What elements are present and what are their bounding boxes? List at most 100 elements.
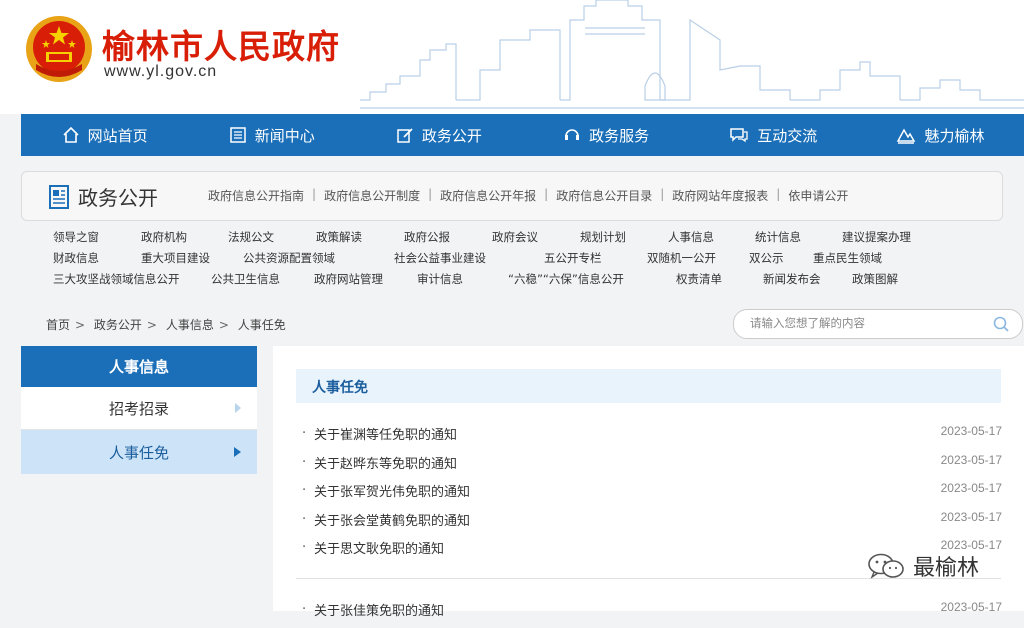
news-date: 2023-05-17 — [940, 600, 1002, 614]
breadcrumb: 首页 > 政务公开 > 人事信息 > 人事任免 — [46, 318, 286, 332]
category-link[interactable]: 政府机构 — [141, 229, 187, 245]
info-link[interactable]: 政府信息公开指南 — [208, 187, 304, 204]
category-link[interactable]: 重点民生领域 — [813, 250, 882, 266]
category-link[interactable]: 财政信息 — [53, 250, 99, 266]
nav-item-label: 新闻中心 — [254, 126, 315, 145]
news-date: 2023-05-17 — [940, 424, 1002, 438]
news-title-link[interactable]: 关于张会堂黄鹤免职的通知 — [314, 510, 470, 529]
nav-item-charm-yulin[interactable]: 魅力榆林 — [857, 114, 1024, 156]
news-title-link[interactable]: 关于张军贺光伟免职的通知 — [314, 481, 470, 500]
category-link[interactable]: “六稳”“六保”信息公开 — [508, 271, 624, 287]
category-link[interactable]: 统计信息 — [755, 229, 801, 245]
info-links: 政府信息公开指南 | 政府信息公开制度 | 政府信息公开年报 | 政府信息公开目录 | … — [208, 187, 849, 204]
bullet-icon: · — [302, 540, 307, 555]
nav-item-label: 魅力榆林 — [924, 126, 985, 145]
content-header: 人事任免 — [296, 369, 1001, 403]
site-title[interactable]: 榆林市人民政府 — [102, 20, 340, 68]
arrow-right-icon — [234, 447, 241, 457]
nav-item-home[interactable]: 网站首页 — [21, 114, 188, 156]
breadcrumb-item[interactable]: 首页 — [46, 318, 70, 332]
content-title: 人事任免 — [312, 380, 368, 396]
category-link[interactable]: 双随机一公开 — [647, 250, 716, 266]
category-link[interactable]: 新闻发布会 — [763, 271, 821, 287]
arrow-right-icon — [235, 403, 241, 413]
bullet-icon: · — [302, 454, 307, 470]
category-link[interactable]: 政策解读 — [316, 229, 362, 245]
news-date: 2023-05-17 — [940, 481, 1002, 495]
breadcrumb-item[interactable]: 人事信息 — [166, 318, 214, 332]
main-nav: 网站首页 新闻中心 政务公开 政务服务 互动交流 魅力榆林 — [21, 114, 1024, 156]
service-icon — [565, 129, 580, 140]
category-link[interactable]: 政府公报 — [404, 229, 450, 245]
news-title-link[interactable]: 关于思文耿免职的通知 — [314, 538, 444, 557]
list-item: · 关于张军贺光伟免职的通知 2023-05-17 — [300, 480, 1002, 509]
search-box — [733, 309, 1023, 339]
chat-icon — [730, 128, 748, 143]
search-icon[interactable] — [992, 315, 1010, 333]
info-link[interactable]: 政府信息公开制度 — [324, 187, 420, 204]
nav-item-interaction[interactable]: 互动交流 — [690, 114, 857, 156]
wechat-icon — [868, 553, 904, 579]
section-title-text: 政务公开 — [78, 186, 158, 210]
category-link[interactable]: 政策图解 — [852, 271, 898, 287]
category-link[interactable]: 领导之窗 — [53, 229, 99, 245]
category-link[interactable]: 政府网站管理 — [314, 271, 383, 287]
list-item: · 关于崔渊等任免职的通知 2023-05-17 — [300, 423, 1002, 452]
breadcrumb-item[interactable]: 政务公开 — [94, 318, 142, 332]
edit-icon — [397, 128, 413, 143]
category-link[interactable]: 建议提案办理 — [842, 229, 911, 245]
nav-item-gov-open[interactable]: 政务公开 — [355, 114, 522, 156]
category-link[interactable]: 公共卫生信息 — [211, 271, 280, 287]
document-icon — [49, 184, 69, 209]
category-link[interactable]: 社会公益事业建设 — [394, 250, 486, 266]
wechat-watermark: 最榆林 — [867, 550, 979, 582]
home-icon — [63, 126, 79, 143]
category-link[interactable]: 规划计划 — [580, 229, 626, 245]
category-link[interactable]: 法规公文 — [228, 229, 274, 245]
sidebar: 人事信息 招考招录 人事任免 — [21, 346, 257, 474]
list-item: · 关于张佳策免职的通知 2023-05-17 — [300, 599, 1002, 628]
info-link[interactable]: 政府信息公开年报 — [440, 187, 536, 204]
site-header: 榆林市人民政府 www.yl.gov.cn — [0, 0, 1024, 114]
category-link[interactable]: 五公开专栏 — [544, 250, 602, 266]
sidebar-title: 人事信息 — [21, 346, 257, 387]
sidebar-item-recruitment[interactable]: 招考招录 — [21, 387, 257, 430]
category-link[interactable]: 三大攻坚战领域信息公开 — [53, 271, 180, 287]
news-title-link[interactable]: 关于赵晔东等免职的通知 — [314, 453, 457, 472]
nav-item-news[interactable]: 新闻中心 — [188, 114, 355, 156]
info-link[interactable]: 政府信息公开目录 — [556, 187, 652, 204]
category-link[interactable]: 权责清单 — [676, 271, 722, 287]
nav-item-gov-service[interactable]: 政务服务 — [523, 114, 690, 156]
site-domain: www.yl.gov.cn — [104, 63, 218, 80]
category-link[interactable]: 审计信息 — [417, 271, 463, 287]
news-title-link[interactable]: 关于张佳策免职的通知 — [314, 600, 444, 619]
nav-item-label: 政务公开 — [421, 126, 482, 145]
category-link[interactable]: 重大项目建设 — [141, 250, 210, 266]
nav-item-label: 网站首页 — [87, 126, 148, 145]
sidebar-item-appointments[interactable]: 人事任免 — [21, 430, 257, 474]
bullet-icon: · — [302, 511, 307, 527]
list-item: · 关于赵晔东等免职的通知 2023-05-17 — [300, 452, 1002, 481]
info-link[interactable]: 依申请公开 — [788, 187, 848, 204]
bullet-icon: · — [302, 483, 307, 498]
breadcrumb-item[interactable]: 人事任免 — [238, 318, 286, 332]
search-input[interactable] — [748, 314, 992, 334]
watermark-text: 最榆林 — [913, 556, 980, 581]
category-link[interactable]: 公共资源配置领域 — [243, 250, 335, 266]
news-title-link[interactable]: 关于崔渊等任免职的通知 — [314, 424, 457, 443]
bullet-icon: · — [302, 426, 307, 441]
category-link[interactable]: 人事信息 — [668, 229, 714, 245]
nav-item-label: 互动交流 — [757, 126, 818, 145]
city-wall-skyline-illustration — [360, 0, 1024, 109]
info-link[interactable]: 政府网站年度报表 — [672, 187, 768, 204]
news-date: 2023-05-17 — [940, 452, 1002, 467]
category-link[interactable]: 双公示 — [749, 250, 784, 266]
sidebar-item-label: 招考招录 — [108, 399, 169, 418]
landscape-icon — [897, 128, 916, 144]
section-title: 政务公开 — [46, 182, 158, 211]
news-list: · 关于崔渊等任免职的通知 2023-05-17 · 关于赵晔东等免职的通知 2… — [300, 423, 1002, 566]
news-icon — [230, 127, 246, 143]
sidebar-item-label: 人事任免 — [108, 443, 169, 462]
category-link[interactable]: 政府会议 — [492, 229, 538, 245]
nav-item-label: 政务服务 — [589, 126, 650, 145]
